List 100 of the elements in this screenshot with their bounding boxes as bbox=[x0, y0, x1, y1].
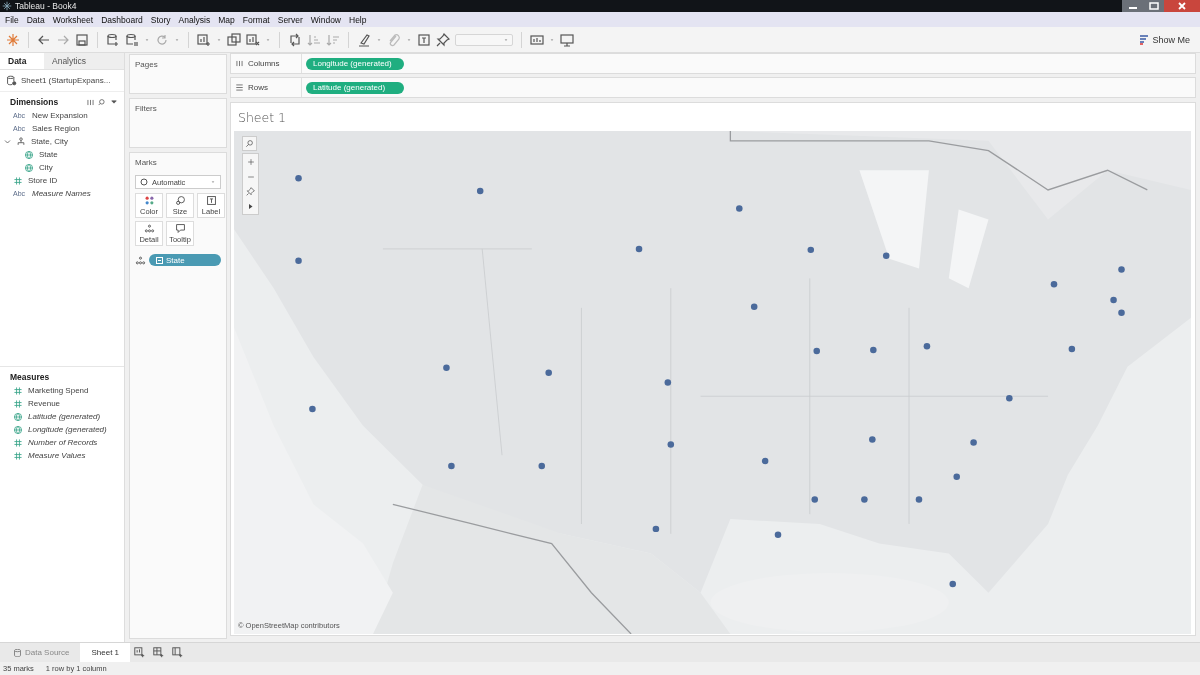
color-dots-icon[interactable] bbox=[143, 195, 155, 206]
text-box-icon[interactable] bbox=[417, 32, 431, 47]
field-name[interactable]: Revenue bbox=[28, 399, 61, 408]
map-marker[interactable] bbox=[652, 525, 660, 533]
field-name[interactable]: Store ID bbox=[28, 176, 58, 185]
map-marker[interactable] bbox=[1050, 281, 1058, 288]
presentation-icon[interactable] bbox=[560, 32, 574, 47]
new-worksheet-icon[interactable] bbox=[134, 647, 146, 658]
restore-icon[interactable] bbox=[1144, 0, 1164, 12]
menu-item[interactable]: Story bbox=[150, 14, 171, 25]
highlighter-icon[interactable] bbox=[357, 32, 371, 47]
map-marker[interactable] bbox=[869, 436, 876, 443]
speech-bubble-icon[interactable] bbox=[174, 223, 186, 234]
map-marker[interactable] bbox=[761, 457, 769, 465]
app-logo-icon bbox=[2, 1, 12, 11]
globe-icon bbox=[13, 411, 23, 422]
map-marker[interactable] bbox=[949, 580, 956, 588]
close-icon[interactable] bbox=[1164, 0, 1200, 12]
menu-item[interactable]: Analysis bbox=[178, 14, 211, 25]
map-marker[interactable] bbox=[736, 205, 743, 212]
minimize-icon[interactable] bbox=[1122, 0, 1144, 12]
map-marker[interactable] bbox=[953, 473, 960, 481]
map-marker[interactable] bbox=[476, 187, 484, 195]
map-marker[interactable] bbox=[545, 369, 552, 376]
map-marker[interactable] bbox=[813, 347, 820, 355]
field-name[interactable]: Latitude (generated) bbox=[28, 412, 101, 421]
number-sign-icon bbox=[13, 450, 23, 461]
duplicate-icon[interactable] bbox=[227, 32, 241, 47]
map-marker[interactable] bbox=[448, 462, 455, 470]
map-marker[interactable] bbox=[295, 257, 302, 264]
new-dashboard-icon[interactable] bbox=[153, 647, 165, 658]
columns-view-icon[interactable] bbox=[86, 97, 95, 107]
map-marker[interactable] bbox=[774, 531, 782, 538]
map-marker[interactable] bbox=[1006, 395, 1013, 402]
play-arrow-icon[interactable] bbox=[247, 203, 254, 210]
circle-mark-icon bbox=[140, 178, 148, 186]
menu-item[interactable]: Server bbox=[277, 14, 303, 25]
add-data-source-icon[interactable] bbox=[106, 32, 120, 47]
map-marker[interactable] bbox=[970, 439, 977, 446]
field-name[interactable]: Measure Values bbox=[28, 451, 86, 460]
menu-item[interactable]: Window bbox=[310, 14, 341, 25]
map-marker[interactable] bbox=[635, 245, 643, 253]
database-icon bbox=[14, 648, 21, 657]
pages-card: Pages bbox=[129, 54, 227, 94]
field-name[interactable]: Sales Region bbox=[32, 124, 80, 133]
menu-item[interactable]: Data bbox=[26, 14, 45, 25]
pane-tab[interactable]: Analytics bbox=[44, 53, 124, 69]
map-marker[interactable] bbox=[882, 252, 890, 259]
map-marker[interactable] bbox=[1118, 266, 1125, 273]
map-marker[interactable] bbox=[807, 246, 815, 254]
database-icon[interactable] bbox=[6, 75, 17, 86]
field-name[interactable]: State, City bbox=[31, 137, 68, 146]
map-marker[interactable] bbox=[811, 496, 819, 503]
new-story-icon[interactable] bbox=[172, 647, 184, 658]
menu-item[interactable]: Worksheet bbox=[52, 14, 94, 25]
clear-sheet-icon[interactable] bbox=[246, 32, 260, 47]
map-marker[interactable] bbox=[870, 346, 877, 354]
field-name[interactable]: Marketing Spend bbox=[28, 386, 89, 395]
map-marker[interactable] bbox=[309, 405, 316, 413]
save-icon[interactable] bbox=[75, 32, 89, 47]
menu-item[interactable]: Help bbox=[349, 14, 367, 25]
map-marker[interactable] bbox=[443, 364, 450, 371]
field-name[interactable]: Measure Names bbox=[32, 189, 91, 198]
detail-dots-icon[interactable] bbox=[143, 223, 155, 234]
size-icon[interactable] bbox=[174, 195, 186, 206]
chart-labels-icon[interactable] bbox=[530, 32, 544, 47]
field-name[interactable]: New Expansion bbox=[32, 111, 88, 120]
map-marker[interactable] bbox=[295, 174, 302, 182]
detail-dots-icon[interactable] bbox=[135, 254, 146, 266]
menu-item[interactable]: Dashboard bbox=[101, 14, 143, 25]
swap-icon[interactable] bbox=[288, 32, 302, 47]
map-marker[interactable] bbox=[667, 441, 675, 448]
map-marker[interactable] bbox=[861, 496, 868, 503]
field-name[interactable]: State bbox=[39, 150, 58, 159]
dropdown-caret-icon[interactable] bbox=[110, 98, 118, 106]
map-marker[interactable] bbox=[1118, 309, 1125, 316]
search-icon[interactable] bbox=[98, 97, 107, 107]
field-name[interactable]: Number of Records bbox=[28, 438, 98, 447]
menu-item[interactable]: Format bbox=[242, 14, 270, 25]
field-name[interactable]: Longitude (generated) bbox=[28, 425, 107, 434]
new-worksheet-icon[interactable] bbox=[197, 32, 211, 47]
pin-icon[interactable] bbox=[436, 32, 450, 47]
data-source-name[interactable]: Sheet1 (StartupExpans... bbox=[21, 76, 111, 85]
menu-item[interactable]: File bbox=[5, 14, 19, 25]
window-title: Tableau - Book4 bbox=[15, 1, 77, 11]
show-me-button[interactable]: Show Me bbox=[1136, 32, 1194, 47]
tableau-logo-icon[interactable] bbox=[6, 32, 20, 47]
field-name[interactable]: City bbox=[39, 163, 53, 172]
sheet-tab[interactable]: Sheet 1 bbox=[80, 643, 131, 662]
menu-item[interactable]: Map bbox=[218, 14, 235, 25]
map-marker[interactable] bbox=[1068, 345, 1076, 353]
map-marker[interactable] bbox=[538, 462, 546, 470]
map-marker[interactable] bbox=[664, 379, 672, 386]
map-marker[interactable] bbox=[1110, 296, 1117, 304]
globe-icon bbox=[24, 149, 34, 160]
map-marker[interactable] bbox=[923, 342, 931, 350]
text-label-icon[interactable] bbox=[205, 195, 217, 206]
map-marker[interactable] bbox=[750, 303, 758, 311]
paperclip-icon[interactable] bbox=[387, 32, 401, 47]
map-marker[interactable] bbox=[915, 496, 923, 503]
